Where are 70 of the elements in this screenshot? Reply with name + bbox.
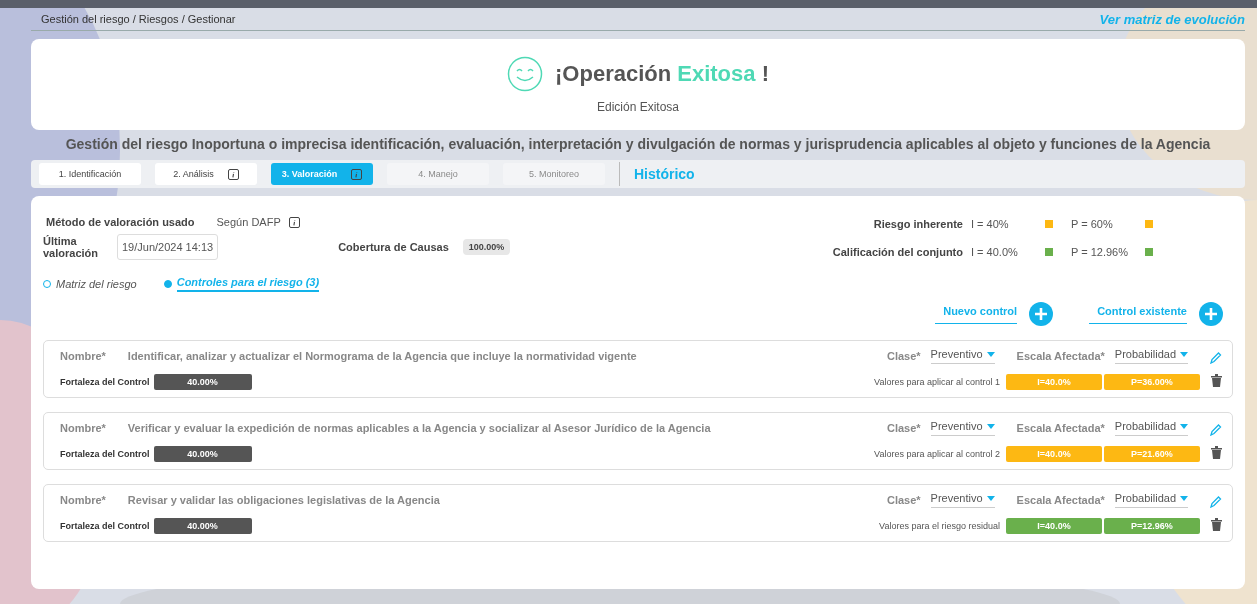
method-value: Según DAFP	[216, 216, 281, 228]
add-icon[interactable]	[1199, 302, 1223, 326]
view-link[interactable]: Matriz del riesgo	[56, 278, 137, 290]
control-name: Revisar y validar las obligaciones legislativas de la Agencia	[127, 494, 440, 506]
delete-icon[interactable]	[1210, 518, 1222, 531]
edit-icon[interactable]	[1210, 423, 1222, 436]
scale-label: Escala Afectada*	[1016, 422, 1105, 434]
caret-icon	[1180, 495, 1188, 501]
rating-label: Calificación del conjunto	[832, 246, 963, 258]
strength-label: Fortaleza del Control	[60, 449, 150, 459]
step-tab[interactable]: 2. Análisis	[155, 163, 257, 185]
class-select[interactable]: Preventivo	[930, 492, 995, 508]
value-badge: P=12.96%	[1104, 518, 1200, 534]
rating-value: I = 40.0%	[971, 246, 1019, 258]
success-message: Edición Exitosa	[596, 99, 679, 114]
value-badge: I=40.0%	[1006, 446, 1102, 462]
scale-label: Escala Afectada*	[1016, 494, 1105, 506]
scale-select[interactable]: Probabilidad	[1114, 492, 1188, 508]
caret-icon	[986, 423, 995, 429]
delete-icon[interactable]	[1210, 446, 1222, 459]
class-select[interactable]: Preventivo	[930, 420, 995, 436]
caret-icon	[1180, 351, 1188, 357]
edit-icon[interactable]	[1210, 351, 1222, 364]
scale-label: Escala Afectada*	[1016, 350, 1105, 362]
step-tab[interactable]: 1. Identificación	[39, 163, 141, 185]
rating-value: I = 40%	[971, 218, 1010, 230]
breadcrumb: Gestión del riesgo / Riesgos / Gestionar	[41, 13, 236, 25]
class-label: Clase*	[886, 422, 921, 434]
info-icon	[227, 168, 239, 180]
smiley-icon	[507, 55, 543, 92]
coverage-label: Cobertura de Causas	[338, 241, 449, 253]
value-badge: P=36.00%	[1104, 374, 1200, 390]
risk-title: Gestión del riesgo Inoportuna o imprecisa identificación, evaluación, interpretación y divulgación de normas y jurisprudencia aplicables al objeto y funciones de la Agencia	[64, 136, 1212, 152]
scale-select[interactable]: Probabilidad	[1114, 348, 1188, 364]
strength-badge: 40.00%	[153, 518, 252, 534]
control-name: Identificar, analizar y actualizar el Normograma de la Agencia que incluye la normatividad vigente	[127, 350, 637, 362]
strength-badge: 40.00%	[153, 374, 252, 390]
strength-badge: 40.00%	[153, 446, 252, 462]
date-field[interactable]: 19/Jun/2024 14:13	[117, 234, 219, 260]
delete-icon[interactable]	[1210, 374, 1222, 387]
info-icon	[351, 168, 363, 180]
strength-label: Fortaleza del Control	[60, 521, 150, 531]
values-label: Valores para el riesgo residual	[879, 521, 1000, 531]
rating-value: P = 12.96%	[1071, 246, 1129, 258]
class-label: Clase*	[886, 494, 921, 506]
caret-icon	[986, 495, 995, 501]
name-label: Nombre*	[60, 422, 106, 434]
caret-icon	[986, 351, 995, 357]
edit-icon[interactable]	[1210, 495, 1222, 508]
value-badge: I=40.0%	[1006, 374, 1102, 390]
value-badge: P=21.60%	[1104, 446, 1200, 462]
last-valuation-label: Última valoración	[43, 235, 100, 259]
rating-label: Riesgo inherente	[873, 218, 963, 230]
values-label: Valores para aplicar al control 2	[874, 449, 1000, 459]
success-title: ¡Operación Exitosa !	[555, 60, 769, 87]
coverage-badge: 100.00%	[462, 239, 511, 255]
value-badge: I=40.0%	[1006, 518, 1102, 534]
class-label: Clase*	[886, 350, 921, 362]
strength-label: Fortaleza del Control	[60, 377, 150, 387]
control-name: Verificar y evaluar la expedición de normas aplicables a la Agencia y socializar al Asesor Jurídico de la Agencia	[127, 422, 711, 434]
name-label: Nombre*	[60, 494, 106, 506]
scale-select[interactable]: Probabilidad	[1114, 420, 1188, 436]
name-label: Nombre*	[60, 350, 106, 362]
method-label: Método de valoración usado	[46, 216, 195, 228]
info-icon	[288, 216, 300, 228]
values-label: Valores para aplicar al control 1	[874, 377, 1000, 387]
caret-icon	[1180, 423, 1188, 429]
add-icon[interactable]	[1029, 302, 1054, 326]
rating-value: P = 60%	[1071, 218, 1114, 230]
class-select[interactable]: Preventivo	[930, 348, 995, 364]
